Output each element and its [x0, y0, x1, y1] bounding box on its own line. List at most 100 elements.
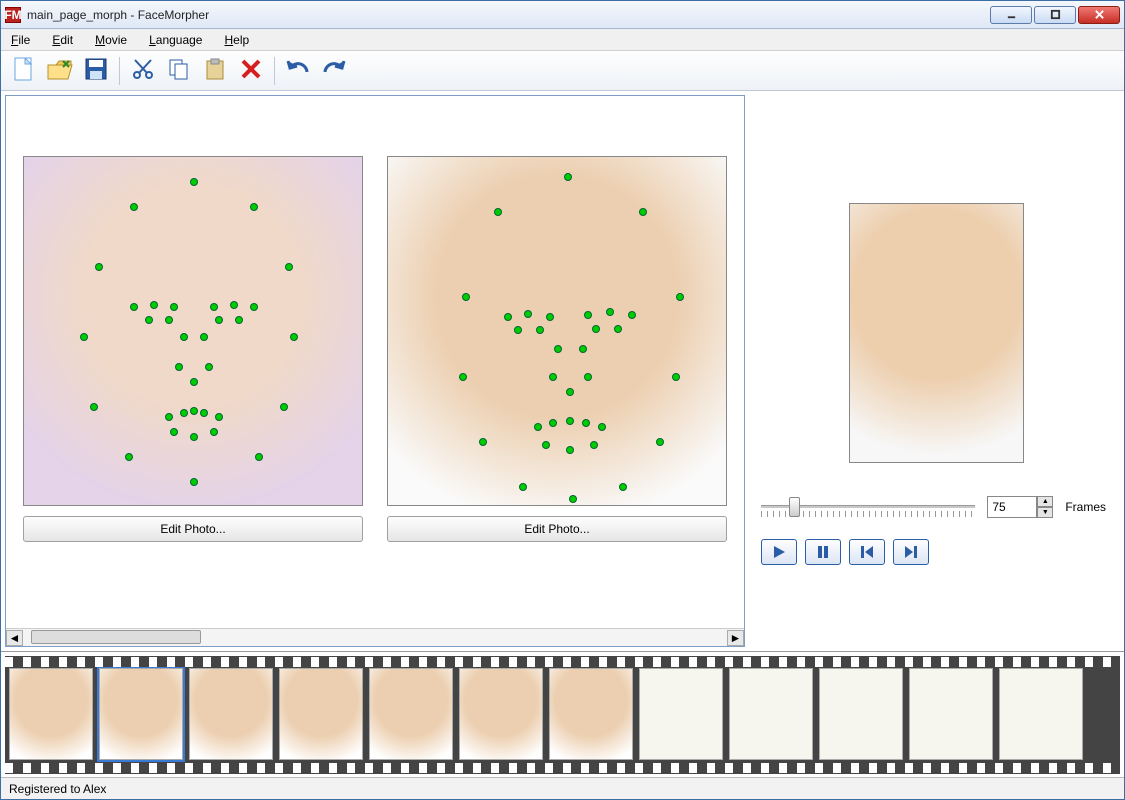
landmark-marker[interactable]	[95, 263, 103, 271]
landmark-marker[interactable]	[170, 428, 178, 436]
landmark-marker[interactable]	[504, 313, 512, 321]
landmark-marker[interactable]	[235, 316, 243, 324]
menu-movie[interactable]: Movie	[91, 31, 131, 49]
landmark-marker[interactable]	[598, 423, 606, 431]
landmark-marker[interactable]	[200, 333, 208, 341]
frames-decrement[interactable]: ▼	[1037, 507, 1053, 518]
landmark-marker[interactable]	[205, 363, 213, 371]
next-frame-button[interactable]	[893, 539, 929, 565]
play-button[interactable]	[761, 539, 797, 565]
landmark-marker[interactable]	[628, 311, 636, 319]
scroll-thumb[interactable]	[31, 630, 201, 644]
landmark-marker[interactable]	[230, 301, 238, 309]
landmark-marker[interactable]	[590, 441, 598, 449]
filmstrip-frame[interactable]	[639, 668, 723, 760]
frames-slider[interactable]	[761, 493, 975, 521]
menu-language[interactable]: Language	[145, 31, 206, 49]
landmark-marker[interactable]	[639, 208, 647, 216]
landmark-marker[interactable]	[285, 263, 293, 271]
landmark-marker[interactable]	[125, 453, 133, 461]
landmark-marker[interactable]	[546, 313, 554, 321]
save-button[interactable]	[79, 54, 113, 88]
landmark-marker[interactable]	[619, 483, 627, 491]
landmark-marker[interactable]	[215, 316, 223, 324]
landmark-marker[interactable]	[210, 303, 218, 311]
filmstrip-frame[interactable]	[729, 668, 813, 760]
close-button[interactable]	[1078, 6, 1120, 24]
landmark-marker[interactable]	[584, 311, 592, 319]
landmark-marker[interactable]	[130, 203, 138, 211]
delete-button[interactable]	[234, 54, 268, 88]
landmark-marker[interactable]	[656, 438, 664, 446]
landmark-marker[interactable]	[190, 433, 198, 441]
filmstrip-frame[interactable]	[999, 668, 1083, 760]
landmark-marker[interactable]	[519, 483, 527, 491]
landmark-marker[interactable]	[566, 417, 574, 425]
landmark-marker[interactable]	[280, 403, 288, 411]
landmark-marker[interactable]	[80, 333, 88, 341]
landmark-marker[interactable]	[566, 446, 574, 454]
landmark-marker[interactable]	[459, 373, 467, 381]
landmark-marker[interactable]	[190, 378, 198, 386]
previous-frame-button[interactable]	[849, 539, 885, 565]
pause-button[interactable]	[805, 539, 841, 565]
landmark-marker[interactable]	[569, 495, 577, 503]
landmark-marker[interactable]	[190, 478, 198, 486]
landmark-marker[interactable]	[676, 293, 684, 301]
landmark-marker[interactable]	[165, 316, 173, 324]
filmstrip-frame[interactable]	[819, 668, 903, 760]
copy-button[interactable]	[162, 54, 196, 88]
landmark-marker[interactable]	[534, 423, 542, 431]
landmark-marker[interactable]	[566, 388, 574, 396]
undo-button[interactable]	[281, 54, 315, 88]
filmstrip-frame[interactable]	[189, 668, 273, 760]
landmark-marker[interactable]	[672, 373, 680, 381]
redo-button[interactable]	[317, 54, 351, 88]
filmstrip-frame[interactable]	[459, 668, 543, 760]
filmstrip-frame[interactable]	[99, 668, 183, 760]
landmark-marker[interactable]	[150, 301, 158, 309]
filmstrip-frame[interactable]	[9, 668, 93, 760]
landmark-marker[interactable]	[614, 325, 622, 333]
scroll-track[interactable]	[23, 630, 727, 646]
scroll-left-arrow[interactable]: ◄	[6, 630, 23, 646]
landmark-marker[interactable]	[250, 203, 258, 211]
landmark-marker[interactable]	[536, 326, 544, 334]
minimize-button[interactable]	[990, 6, 1032, 24]
slider-thumb[interactable]	[789, 497, 800, 517]
landmark-marker[interactable]	[200, 409, 208, 417]
landmark-marker[interactable]	[290, 333, 298, 341]
maximize-button[interactable]	[1034, 6, 1076, 24]
filmstrip-frame[interactable]	[909, 668, 993, 760]
new-button[interactable]	[7, 54, 41, 88]
landmark-marker[interactable]	[165, 413, 173, 421]
landmark-marker[interactable]	[579, 345, 587, 353]
source-photo-2[interactable]	[387, 156, 727, 506]
paste-button[interactable]	[198, 54, 232, 88]
horizontal-scrollbar[interactable]: ◄ ►	[6, 628, 744, 646]
landmark-marker[interactable]	[514, 326, 522, 334]
landmark-marker[interactable]	[494, 208, 502, 216]
landmark-marker[interactable]	[554, 345, 562, 353]
landmark-marker[interactable]	[582, 419, 590, 427]
edit-photo-1-button[interactable]: Edit Photo...	[23, 516, 363, 542]
menu-edit[interactable]: Edit	[48, 31, 77, 49]
open-button[interactable]	[43, 54, 77, 88]
frames-input[interactable]	[987, 496, 1037, 518]
landmark-marker[interactable]	[190, 178, 198, 186]
landmark-marker[interactable]	[255, 453, 263, 461]
source-photo-1[interactable]	[23, 156, 363, 506]
landmark-marker[interactable]	[542, 441, 550, 449]
landmark-marker[interactable]	[524, 310, 532, 318]
landmark-marker[interactable]	[180, 333, 188, 341]
filmstrip-frame[interactable]	[369, 668, 453, 760]
landmark-marker[interactable]	[170, 303, 178, 311]
landmark-marker[interactable]	[564, 173, 572, 181]
landmark-marker[interactable]	[479, 438, 487, 446]
filmstrip-frame[interactable]	[549, 668, 633, 760]
landmark-marker[interactable]	[462, 293, 470, 301]
landmark-marker[interactable]	[250, 303, 258, 311]
filmstrip-frame[interactable]	[279, 668, 363, 760]
menu-file[interactable]: File	[7, 31, 34, 49]
landmark-marker[interactable]	[175, 363, 183, 371]
